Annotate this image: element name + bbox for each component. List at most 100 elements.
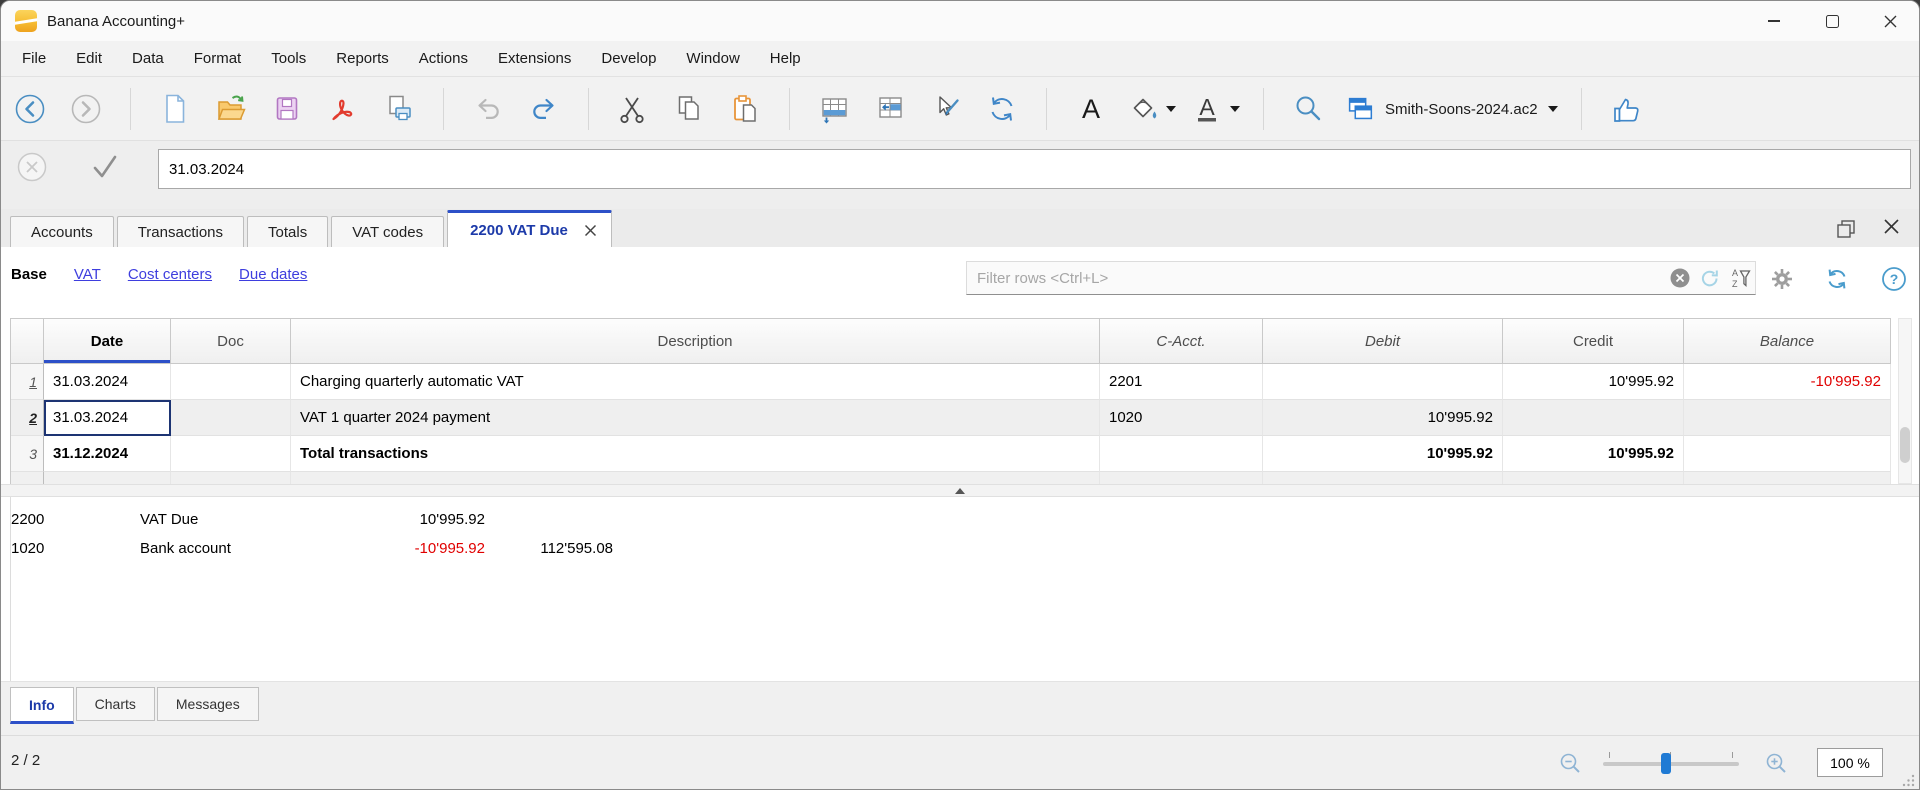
cell-balance[interactable] [1684, 436, 1891, 472]
menu-help[interactable]: Help [755, 50, 816, 67]
menu-format[interactable]: Format [179, 50, 257, 67]
menu-actions[interactable]: Actions [404, 50, 483, 67]
print-button[interactable] [378, 88, 420, 130]
tab-accounts[interactable]: Accounts [10, 216, 114, 247]
cell-description[interactable]: VAT 1 quarter 2024 payment [291, 400, 1100, 436]
tab-messages[interactable]: Messages [156, 687, 259, 721]
file-selector[interactable]: Smith-Soons-2024.ac2 [1343, 92, 1558, 126]
menu-reports[interactable]: Reports [321, 50, 404, 67]
close-view-button[interactable] [1883, 218, 1900, 235]
paste-button[interactable] [724, 88, 766, 130]
cell-date-selected[interactable]: 31.03.2024 [44, 400, 171, 436]
refresh-filter-button[interactable] [1695, 263, 1725, 293]
cell-date[interactable]: 31.12.2024 [44, 436, 171, 472]
fill-color-button[interactable] [1126, 91, 1176, 127]
font-color-button[interactable]: A [1190, 91, 1240, 127]
tab-2200-vat-due[interactable]: 2200 VAT Due [447, 210, 612, 247]
cell-cacct[interactable] [1100, 436, 1263, 472]
cell-debit[interactable]: 10'995.92 [1263, 436, 1503, 472]
menu-window[interactable]: Window [671, 50, 754, 67]
slider-handle[interactable] [1661, 753, 1671, 774]
slider-track[interactable] [1603, 762, 1739, 766]
pane-splitter[interactable] [1, 484, 1919, 497]
column-header-debit[interactable]: Debit [1263, 319, 1503, 364]
insert-rows-button[interactable] [813, 88, 855, 130]
detach-view-button[interactable] [1835, 218, 1857, 240]
copy-button[interactable] [668, 88, 710, 130]
minimize-button[interactable] [1745, 1, 1803, 41]
row-number[interactable]: 1 [11, 364, 44, 400]
cell-debit[interactable]: 10'995.92 [1263, 400, 1503, 436]
column-header-credit[interactable]: Credit [1503, 319, 1684, 364]
column-header-cacct[interactable]: C-Acct. [1100, 319, 1263, 364]
cut-button[interactable] [612, 88, 654, 130]
sort-filter-button[interactable]: AZ [1725, 263, 1755, 293]
tab-totals[interactable]: Totals [247, 216, 329, 247]
pdf-export-button[interactable] [322, 88, 364, 130]
menu-data[interactable]: Data [117, 50, 179, 67]
row-number-header[interactable] [11, 319, 44, 364]
cell-cacct[interactable]: 2201 [1100, 364, 1263, 400]
search-button[interactable] [1287, 88, 1329, 130]
zoom-out-button[interactable] [1559, 752, 1582, 775]
save-button[interactable] [266, 88, 308, 130]
menu-extensions[interactable]: Extensions [483, 50, 586, 67]
accept-edit-button[interactable] [87, 152, 123, 182]
zoom-in-button[interactable] [1765, 752, 1788, 775]
menu-file[interactable]: File [7, 50, 61, 67]
nav-back-button[interactable] [9, 88, 51, 130]
cell-credit[interactable]: 10'995.92 [1503, 436, 1684, 472]
tab-vat-codes[interactable]: VAT codes [331, 216, 445, 247]
row-number[interactable]: 3 [11, 436, 44, 472]
tab-charts[interactable]: Charts [75, 687, 155, 721]
column-header-description[interactable]: Description [291, 319, 1100, 364]
cell-doc[interactable] [171, 400, 291, 436]
cell-cacct[interactable]: 1020 [1100, 400, 1263, 436]
like-button[interactable] [1605, 88, 1647, 130]
redo-button[interactable] [523, 88, 565, 130]
window-resize-grip[interactable] [1900, 772, 1916, 788]
tab-transactions[interactable]: Transactions [116, 216, 245, 247]
row-number[interactable]: 2 [11, 400, 44, 436]
cell-balance[interactable] [1684, 400, 1891, 436]
new-file-button[interactable] [154, 88, 196, 130]
cell-editor-input[interactable] [158, 149, 1911, 189]
cell-description[interactable]: Total transactions [291, 436, 1100, 472]
cell-description[interactable]: Charging quarterly automatic VAT [291, 364, 1100, 400]
close-button[interactable] [1861, 1, 1919, 41]
view-base[interactable]: Base [11, 266, 47, 283]
cell-balance[interactable]: -10'995.92 [1684, 364, 1891, 400]
view-vat[interactable]: VAT [74, 266, 101, 283]
zoom-slider[interactable] [1603, 750, 1739, 776]
tab-info[interactable]: Info [10, 687, 74, 724]
cancel-edit-button[interactable] [15, 150, 49, 184]
help-button[interactable]: ? [1881, 266, 1907, 292]
tab-close-icon[interactable] [584, 224, 597, 237]
menu-tools[interactable]: Tools [256, 50, 321, 67]
undo-button[interactable] [467, 88, 509, 130]
clear-filter-button[interactable] [1665, 263, 1695, 293]
menu-edit[interactable]: Edit [61, 50, 117, 67]
column-header-doc[interactable]: Doc [171, 319, 291, 364]
nav-forward-button[interactable] [65, 88, 107, 130]
filter-rows-input[interactable] [967, 269, 1665, 287]
scrollbar-thumb[interactable] [1900, 427, 1910, 463]
zoom-level-field[interactable]: 100 % [1817, 748, 1883, 777]
insert-columns-button[interactable] [869, 88, 911, 130]
maximize-button[interactable] [1803, 1, 1861, 41]
refresh-view-button[interactable] [1824, 266, 1850, 292]
edit-mode-button[interactable] [925, 88, 967, 130]
menu-develop[interactable]: Develop [586, 50, 671, 67]
column-header-balance[interactable]: Balance [1684, 319, 1891, 364]
cell-date[interactable]: 31.03.2024 [44, 364, 171, 400]
open-file-button[interactable] [210, 88, 252, 130]
table-settings-button[interactable] [1769, 266, 1795, 292]
column-header-date[interactable]: Date [44, 319, 171, 364]
cell-credit[interactable]: 10'995.92 [1503, 364, 1684, 400]
recalculate-button[interactable] [981, 88, 1023, 130]
vertical-scrollbar[interactable] [1898, 318, 1912, 484]
cell-doc[interactable] [171, 364, 291, 400]
view-due-dates[interactable]: Due dates [239, 266, 307, 283]
cell-debit[interactable] [1263, 364, 1503, 400]
view-cost-centers[interactable]: Cost centers [128, 266, 212, 283]
